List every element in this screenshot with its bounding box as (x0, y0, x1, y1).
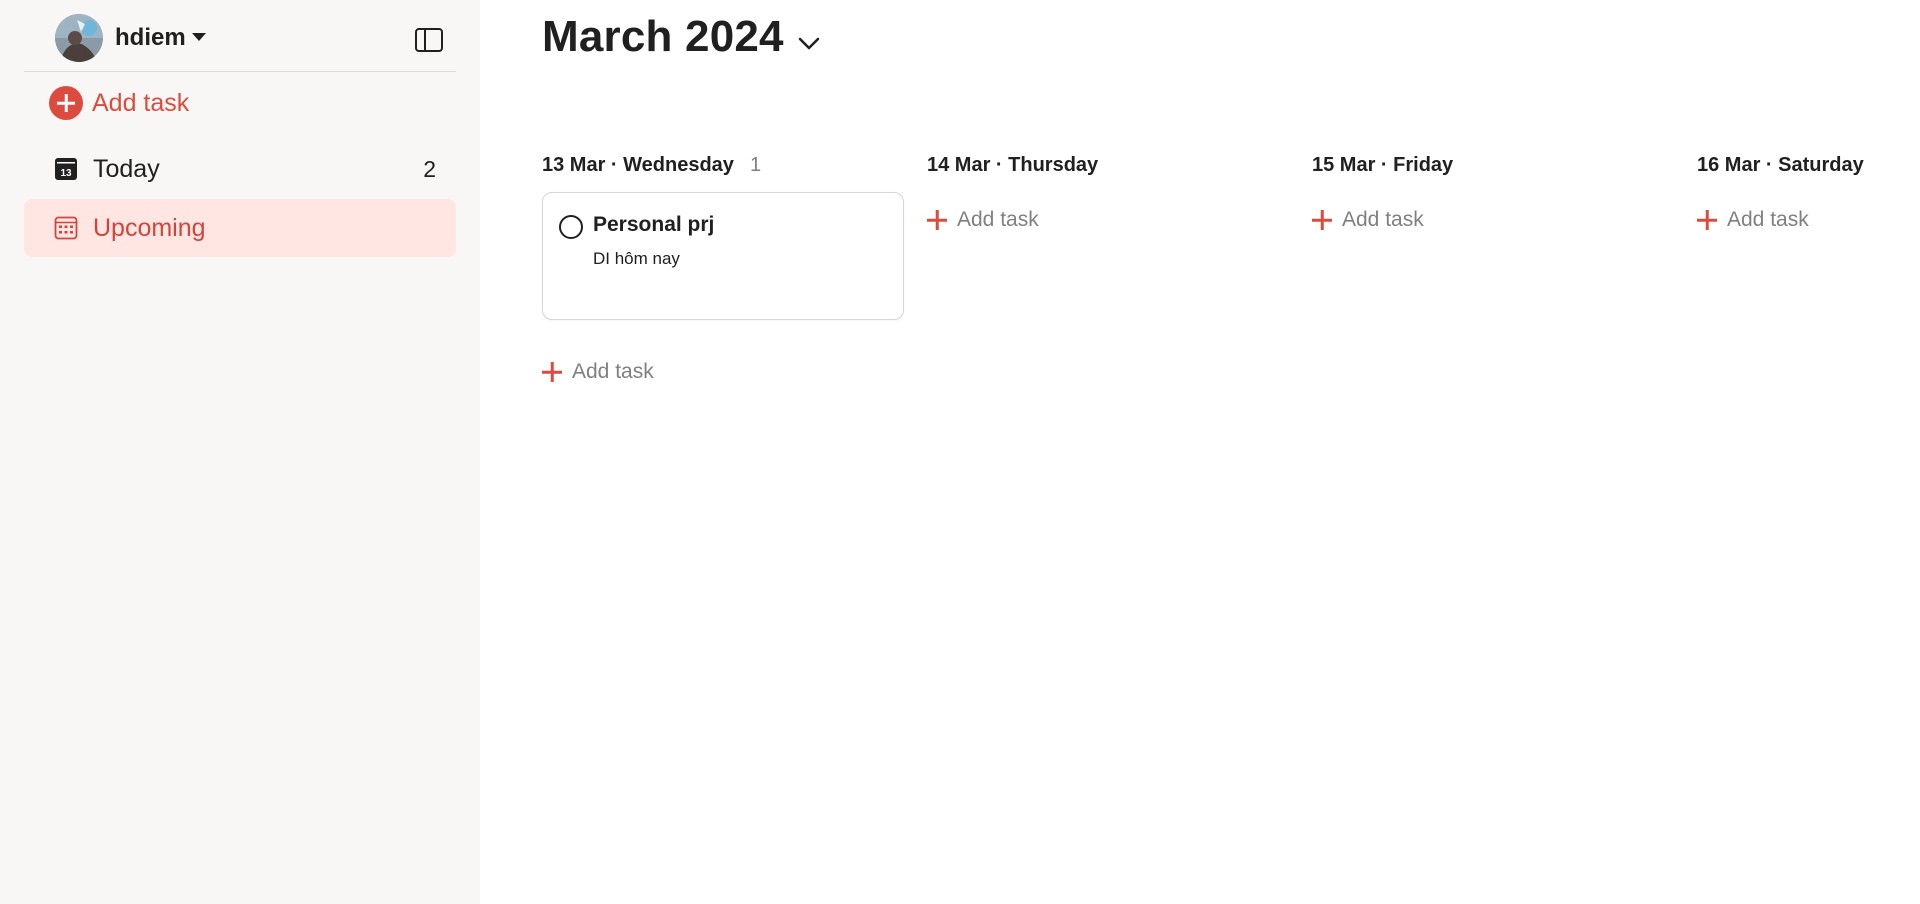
plus-icon (927, 210, 947, 230)
add-task-inline-button[interactable]: Add task (542, 357, 906, 387)
task-title: Personal prj (593, 213, 715, 236)
calendar-today-day: 13 (60, 168, 72, 179)
sidebar-item-upcoming[interactable]: Upcoming (24, 199, 456, 257)
add-task-label: Add task (92, 88, 190, 117)
add-task-button[interactable]: Add task (49, 85, 189, 121)
add-circle-icon (49, 86, 83, 120)
month-picker[interactable]: March 2024 (542, 12, 820, 62)
sidebar-toggle-icon (415, 28, 443, 52)
sidebar: hdiem Add task 13 Today 2 Upcoming (0, 0, 480, 904)
chevron-down-icon (798, 37, 819, 50)
task-description: DI hôm nay (593, 249, 680, 268)
avatar (55, 14, 103, 62)
day-column: 16 Mar · Saturday Add task (1697, 150, 1920, 235)
sidebar-item-today[interactable]: 13 Today 2 (24, 140, 456, 198)
day-header: 15 Mar · Friday (1312, 150, 1676, 180)
calendar-today-icon: 13 (55, 158, 77, 180)
toggle-sidebar-button[interactable] (413, 25, 445, 55)
username: hdiem (115, 24, 186, 51)
caret-down-icon (191, 33, 206, 41)
day-header: 16 Mar · Saturday (1697, 150, 1920, 180)
day-header-label: 15 Mar · Friday (1312, 153, 1454, 176)
add-task-inline-button[interactable]: Add task (1312, 205, 1676, 235)
upcoming-view: March 2024 13 Mar · Wednesday 1 Personal… (480, 0, 1920, 904)
day-header-label: 14 Mar · Thursday (927, 153, 1099, 176)
add-task-inline-button[interactable]: Add task (1697, 205, 1920, 235)
day-header: 13 Mar · Wednesday 1 (542, 150, 906, 180)
task-card[interactable]: Personal prj DI hôm nay (542, 192, 904, 320)
sidebar-item-label: Today (93, 154, 160, 183)
day-header: 14 Mar · Thursday (927, 150, 1291, 180)
page-title: March 2024 (542, 12, 784, 61)
day-column: 15 Mar · Friday Add task (1312, 150, 1676, 235)
sidebar-item-label: Upcoming (93, 213, 206, 242)
add-task-inline-label: Add task (572, 360, 654, 383)
add-task-inline-button[interactable]: Add task (927, 205, 1291, 235)
add-task-inline-label: Add task (1342, 208, 1424, 231)
day-header-label: 16 Mar · Saturday (1697, 153, 1864, 176)
task-complete-checkbox[interactable] (559, 215, 583, 239)
add-task-inline-label: Add task (1727, 208, 1809, 231)
day-task-count: 1 (749, 153, 762, 176)
day-column: 14 Mar · Thursday Add task (927, 150, 1291, 235)
day-header-label: 13 Mar · Wednesday (542, 153, 734, 176)
avatar-image (55, 14, 103, 62)
today-count-badge: 2 (423, 155, 436, 182)
sidebar-divider (24, 71, 456, 72)
plus-icon (1697, 210, 1717, 230)
add-task-inline-label: Add task (957, 208, 1039, 231)
calendar-grid-icon (54, 216, 78, 240)
plus-icon (1312, 210, 1332, 230)
plus-icon (542, 362, 562, 382)
day-column: 13 Mar · Wednesday 1 Personal prj DI hôm… (542, 150, 906, 387)
user-menu[interactable]: hdiem (55, 14, 206, 62)
